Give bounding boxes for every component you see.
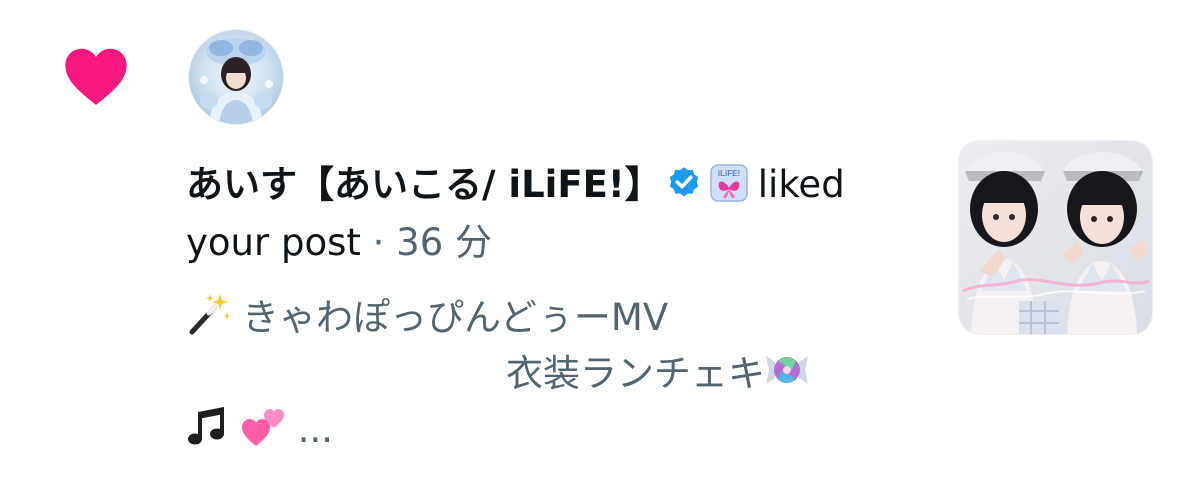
timestamp[interactable]: 36 分 xyxy=(396,221,492,264)
ellipsis: ... xyxy=(297,408,334,451)
post-thumbnail-image xyxy=(959,141,1152,334)
post-preview-line-3: ... xyxy=(186,402,809,458)
avatar[interactable] xyxy=(189,30,283,124)
affiliate-badge-icon[interactable]: iLiFE! xyxy=(710,164,748,202)
avatar-image xyxy=(189,30,283,124)
magic-wand-icon xyxy=(189,294,230,335)
post-preview-line-2-text: 衣装ランチェキ xyxy=(506,352,765,395)
post-thumbnail[interactable] xyxy=(959,141,1152,334)
post-preview-line-1: きゃわぽっぴんどぅーMV xyxy=(186,290,809,346)
music-notes-icon xyxy=(188,407,224,445)
user-display-name[interactable]: あいす【あいこる/ iLiFE!】 xyxy=(186,163,662,206)
post-preview-text: きゃわぽっぴんどぅーMV 衣装ランチェキ ... xyxy=(186,290,809,458)
notification-headline: あいす【あいこる/ iLiFE!】 iLiFE! liked your post… xyxy=(186,156,916,272)
separator-dot: · xyxy=(372,221,385,264)
verified-badge-icon xyxy=(669,167,699,197)
affiliate-badge-label: iLiFE! xyxy=(718,169,740,178)
like-notification[interactable]: あいす【あいこる/ iLiFE!】 iLiFE! liked your post… xyxy=(0,0,1179,484)
two-hearts-icon xyxy=(242,409,284,446)
post-preview-line-2: 衣装ランチェキ xyxy=(186,346,809,402)
heart-icon xyxy=(65,48,127,105)
post-preview-line-1-text: きゃわぽっぴんどぅーMV xyxy=(242,296,669,339)
candy-icon xyxy=(766,356,808,384)
